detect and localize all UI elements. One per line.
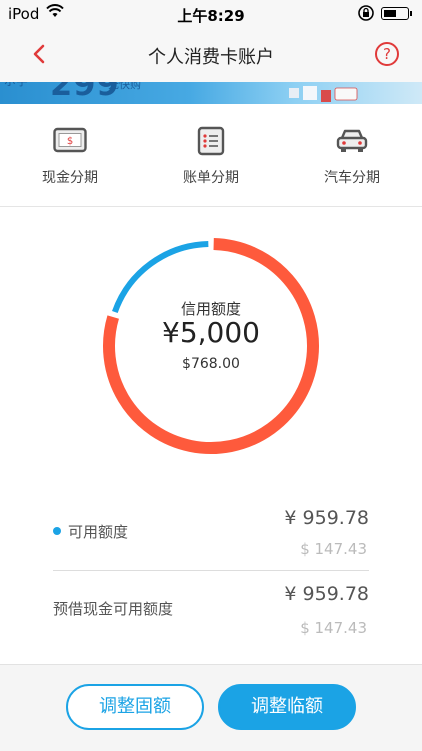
credit-limit-usd: $768.00 (182, 356, 240, 372)
cash-card-icon: $ (53, 126, 87, 158)
rotation-lock-icon (357, 4, 375, 26)
page-title: 个人消费卡账户 (148, 47, 274, 68)
svg-text:$: $ (67, 136, 73, 147)
battery-icon (381, 7, 412, 20)
cash-advance-label: 预借现金可用额度 (53, 600, 174, 618)
status-bar: iPod 上午8:29 (0, 0, 422, 28)
quick-item-label: 账单分期 (183, 170, 239, 186)
bottom-action-bar: 调整固额 调整临额 (0, 664, 422, 751)
cash-advance-usd: $ 147.43 (300, 619, 367, 637)
adjust-temp-limit-button[interactable]: 调整临额 (218, 684, 356, 730)
bill-list-icon (197, 126, 225, 160)
adjust-fixed-limit-button[interactable]: 调整固额 (66, 684, 204, 730)
nav-bar: 个人消费卡账户 ? (0, 28, 422, 82)
quick-item-cash-installment[interactable]: $ 现金分期 (0, 104, 140, 206)
quick-item-car-installment[interactable]: 汽车分期 (282, 104, 422, 206)
help-icon[interactable]: ? (375, 42, 399, 66)
available-credit-label: 可用额度 (68, 523, 129, 541)
row-divider (53, 570, 369, 571)
quick-item-bill-installment[interactable]: 账单分期 (141, 104, 281, 206)
quick-item-label: 汽车分期 (324, 170, 380, 186)
banner-illustration (289, 86, 358, 102)
quick-menu: $ 现金分期 账单分期 汽车分期 (0, 104, 422, 206)
available-dot-icon (53, 527, 61, 535)
section-divider (0, 206, 422, 207)
available-credit-cny: ¥ 959.78 (284, 507, 369, 529)
banner-prefix: ポ字 (4, 82, 28, 89)
banner-subtext: 元快购 (108, 82, 141, 91)
quick-item-label: 现金分期 (42, 170, 98, 186)
cash-advance-cny: ¥ 959.78 (284, 583, 369, 605)
car-icon (336, 126, 368, 158)
promo-banner[interactable]: ポ字 299 元快购 (0, 82, 422, 104)
credit-limit-amount: ¥5,000 (162, 316, 260, 349)
available-credit-usd: $ 147.43 (300, 540, 367, 558)
